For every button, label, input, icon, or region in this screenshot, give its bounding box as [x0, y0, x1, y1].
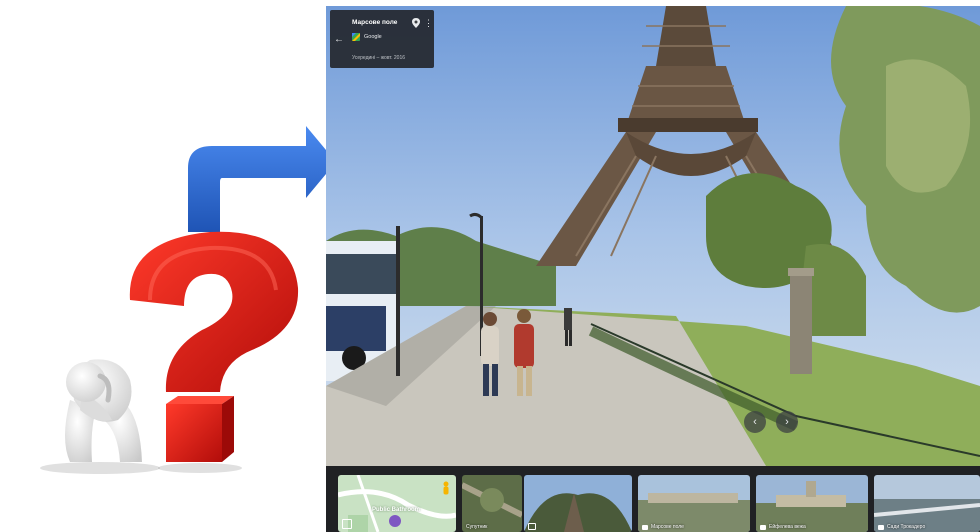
- thumbnail-trocadero[interactable]: Сади Трокадеро: [874, 475, 980, 532]
- street-view-panorama[interactable]: [326, 6, 980, 466]
- photo-preview: [524, 475, 632, 532]
- thinking-person-icon: [40, 359, 160, 474]
- photo-icon: [528, 523, 536, 530]
- chevron-left-icon: ‹: [753, 416, 757, 428]
- blue-arrow-icon: [188, 126, 326, 232]
- minimap[interactable]: Public Bathroom: [338, 475, 456, 532]
- thumbnail-label: [528, 523, 536, 530]
- thumbnail-mars-field[interactable]: Марсове поле: [638, 475, 750, 532]
- minimap-label: Public Bathroom: [372, 507, 421, 513]
- street-view-panel[interactable]: ← Марсове поле Google Усередині – жовт. …: [326, 6, 980, 532]
- thumbnail-strip: Public Bathroom Супутник Марсове поле Ей…: [326, 466, 980, 532]
- thumbnail-label-row: Марсове поле: [642, 524, 684, 530]
- camera-icon: [878, 524, 884, 530]
- confused-person-illustration: [40, 126, 326, 474]
- place-title: Марсове поле: [352, 19, 398, 26]
- camera-icon: [760, 524, 766, 530]
- back-button[interactable]: ←: [330, 10, 348, 68]
- expand-icon[interactable]: [342, 519, 352, 529]
- thumbnail-label: Супутник: [466, 524, 488, 530]
- thumbnail-label-row: Сади Трокадеро: [878, 524, 925, 530]
- provider-row: Google: [352, 32, 382, 42]
- thumbnail-label-row: Ейфелева вежа: [760, 524, 806, 530]
- thumbnail-label: Марсове поле: [651, 524, 684, 530]
- map-pin-icon[interactable]: [412, 18, 420, 28]
- prev-photo-button[interactable]: ‹: [744, 411, 766, 433]
- pegman-icon[interactable]: [442, 481, 450, 497]
- arrow-left-icon: ←: [334, 33, 344, 45]
- google-maps-icon: [352, 33, 360, 41]
- chevron-right-icon: ›: [785, 416, 789, 428]
- thumbnail-eiffel-tower[interactable]: Ейфелева вежа: [756, 475, 868, 532]
- next-photo-button[interactable]: ›: [776, 411, 798, 433]
- capture-date: Усередині – жовт. 2016: [352, 55, 406, 61]
- minimap-canvas: [338, 475, 456, 532]
- location-info-card: ← Марсове поле Google Усередині – жовт. …: [330, 10, 434, 68]
- thumbnail-label: Сади Трокадеро: [887, 524, 926, 530]
- thumbnail-label: Ейфелева вежа: [769, 524, 806, 530]
- more-vert-icon[interactable]: ⋮: [424, 17, 433, 29]
- provider-label: Google: [364, 34, 382, 40]
- camera-icon: [642, 524, 648, 530]
- thumbnail-photo[interactable]: [524, 475, 632, 532]
- thumbnail-satellite[interactable]: Супутник: [462, 475, 522, 532]
- question-mark-icon: [129, 231, 299, 473]
